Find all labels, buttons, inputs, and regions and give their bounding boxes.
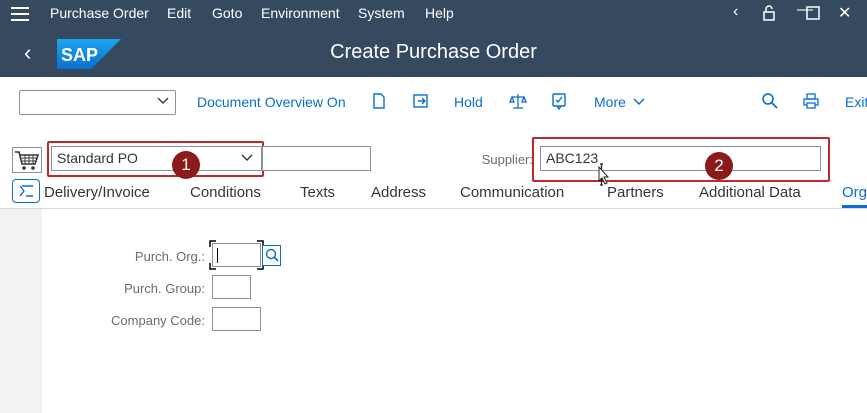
highlight-box-1 bbox=[47, 141, 264, 177]
tab-partners[interactable]: Partners bbox=[607, 184, 664, 201]
step-badge-1: 1 bbox=[172, 151, 200, 179]
close-icon[interactable]: ✕ bbox=[838, 3, 851, 23]
more-button-label: More bbox=[594, 94, 626, 110]
value-help-icon bbox=[265, 248, 279, 262]
hamburger-menu-icon[interactable] bbox=[11, 7, 29, 21]
company-code-field[interactable] bbox=[212, 307, 261, 331]
export-icon[interactable] bbox=[412, 92, 430, 110]
menu-environment[interactable]: Environment bbox=[261, 5, 340, 21]
tab-communication[interactable]: Communication bbox=[460, 184, 564, 201]
tab-list-button[interactable] bbox=[12, 179, 40, 203]
highlight-box-2 bbox=[532, 137, 830, 182]
exit-button[interactable]: Exit bbox=[845, 94, 867, 110]
chevron-down-icon bbox=[157, 97, 169, 104]
supplier-label: Supplier: bbox=[481, 152, 533, 167]
org-data-panel bbox=[42, 209, 867, 413]
hold-button[interactable]: Hold bbox=[454, 94, 483, 110]
document-icon[interactable] bbox=[370, 92, 388, 110]
search-icon[interactable] bbox=[761, 92, 779, 110]
menu-help[interactable]: Help bbox=[425, 5, 454, 21]
maximize-icon[interactable] bbox=[806, 6, 820, 20]
tab-conditions[interactable]: Conditions bbox=[190, 184, 261, 201]
tab-texts[interactable]: Texts bbox=[300, 184, 335, 201]
purch-group-label: Purch. Group: bbox=[124, 281, 205, 296]
toolbar-dropdown[interactable] bbox=[19, 90, 176, 115]
menu-edit[interactable]: Edit bbox=[167, 5, 191, 21]
document-overview-button[interactable]: Document Overview On bbox=[197, 94, 346, 110]
title-bar: ‹ SAP Create Purchase Order bbox=[0, 27, 867, 77]
purch-group-field[interactable] bbox=[212, 275, 251, 299]
chevron-down-icon bbox=[633, 98, 645, 106]
shopping-cart-icon bbox=[15, 151, 40, 170]
tab-address[interactable]: Address bbox=[371, 184, 426, 201]
company-code-label: Company Code: bbox=[111, 313, 205, 328]
shopping-cart-button[interactable] bbox=[12, 147, 42, 173]
step-badge-2: 2 bbox=[705, 152, 733, 180]
nav-back-icon[interactable]: ‹ bbox=[733, 3, 738, 21]
balance-scale-icon[interactable] bbox=[509, 92, 527, 110]
toolbar: Document Overview On Hold More Exit bbox=[0, 77, 867, 127]
more-button[interactable]: More bbox=[594, 94, 645, 110]
value-help-button[interactable] bbox=[262, 245, 281, 266]
list-icon bbox=[19, 185, 33, 197]
menu-bar: Purchase Order Edit Goto Environment Sys… bbox=[0, 0, 867, 27]
purch-org-label: Purch. Org.: bbox=[134, 249, 205, 264]
unlock-icon[interactable] bbox=[761, 5, 777, 21]
page-title: Create Purchase Order bbox=[330, 41, 537, 63]
focus-brackets bbox=[209, 240, 264, 270]
po-number-field[interactable] bbox=[262, 146, 371, 171]
tab-org[interactable]: Org bbox=[842, 184, 867, 201]
menu-goto[interactable]: Goto bbox=[212, 5, 242, 21]
tab-delivery-invoice[interactable]: Delivery/Invoice bbox=[44, 184, 150, 201]
print-icon[interactable] bbox=[802, 92, 820, 110]
menu-system[interactable]: System bbox=[358, 5, 405, 21]
menu-purchase-order[interactable]: Purchase Order bbox=[50, 5, 149, 21]
left-panel bbox=[0, 209, 42, 413]
check-document-icon[interactable] bbox=[550, 92, 568, 110]
tab-additional-data[interactable]: Additional Data bbox=[699, 184, 801, 201]
